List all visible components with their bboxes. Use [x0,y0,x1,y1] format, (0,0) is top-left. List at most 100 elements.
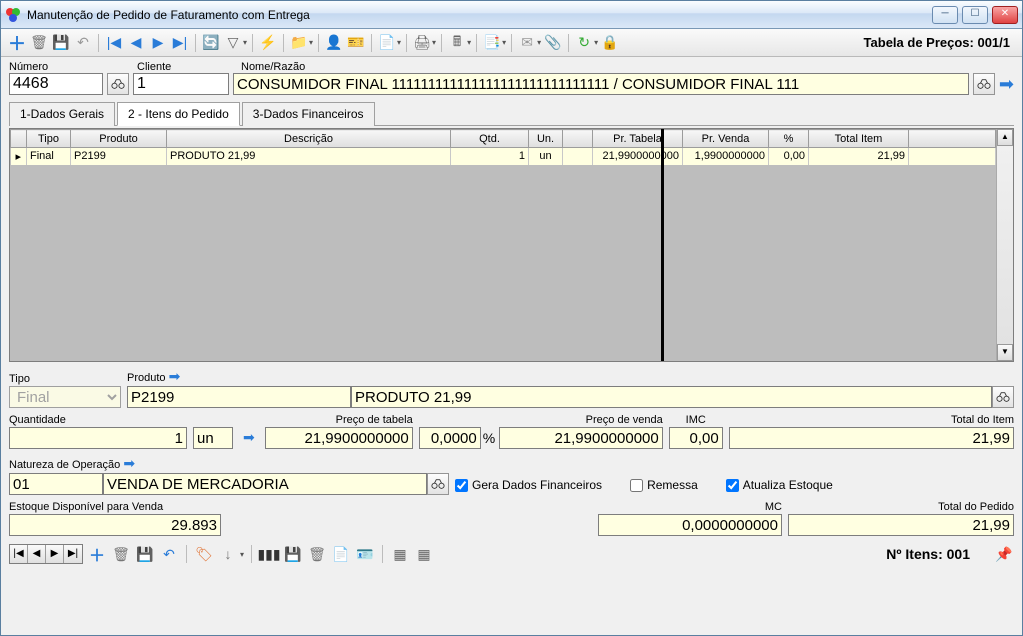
pct-input[interactable] [419,427,481,449]
item-doc-icon[interactable]: 📄 [331,544,351,564]
totalitem-input [729,427,1014,449]
item-badge-icon[interactable]: 🪪 [355,544,375,564]
content-area: Número Cliente Nome/Razão ➡ 1-Dados Gera… [1,57,1022,635]
natop-lookup-button[interactable] [427,473,449,495]
delete-icon[interactable]: 🗑 [29,33,49,53]
filter-icon[interactable]: ▽ [223,33,243,53]
pin-icon[interactable]: 📌 [994,544,1014,564]
prtabela-label: Preço de tabela [265,414,413,426]
tab-dados-financeiros[interactable]: 3-Dados Financeiros [242,102,375,126]
produto-label: Produto [127,372,166,384]
prvenda-input[interactable] [499,427,663,449]
cliente-input[interactable] [133,73,229,95]
nome-forward-button[interactable]: ➡ [999,74,1014,95]
natop-link-icon[interactable]: ➡ [123,455,135,471]
folder-icon[interactable]: 📁 [289,33,309,53]
nav-next-icon[interactable]: ▶ [46,545,64,563]
vertical-scrollbar[interactable]: ▲ ▼ [996,129,1013,361]
items-grid: Tipo Produto Descrição Qtd. Un. Pr. Tabe… [9,128,1014,362]
window-title: Manutenção de Pedido de Faturamento com … [27,8,932,22]
app-icon [5,7,21,23]
grid-splitter[interactable] [661,129,664,361]
report-icon[interactable]: 📄 [377,33,397,53]
item-tag-icon[interactable]: 🏷 [194,544,214,564]
col-qtd[interactable]: Qtd. [451,130,529,148]
mail-icon[interactable]: ✉ [517,33,537,53]
close-button[interactable]: ✕ [992,6,1018,24]
estoque-input [9,514,221,536]
person-icon[interactable]: 👤 [324,33,344,53]
save-icon[interactable]: 💾 [51,33,71,53]
scroll-up-icon[interactable]: ▲ [997,129,1013,146]
nome-lookup-button[interactable] [973,73,995,95]
item-add-icon[interactable]: ＋ [87,544,107,564]
export-icon[interactable]: ↻ [574,33,594,53]
add-icon[interactable]: ＋ [7,33,27,53]
item-down-icon[interactable]: ↓ [218,544,238,564]
footer-toolbar: |◀ ◀ ▶ ▶| ＋ 🗑 💾 ↶ 🏷 ↓ ▾ ▮▮▮ 💾 🗑 📄 🪪 ▦ ▦ … [9,544,1014,564]
mc-label: MC [598,501,782,513]
col-prtabela[interactable]: Pr. Tabela [593,130,683,148]
lock-icon[interactable]: 🔒 [600,33,620,53]
scroll-down-icon[interactable]: ▼ [997,344,1013,361]
un-arrow-icon[interactable]: ➡ [243,429,255,446]
chk-gerafin[interactable] [455,479,468,492]
item-save2-icon[interactable]: 💾 [283,544,303,564]
quantidade-input[interactable] [9,427,187,449]
totalitem-label: Total do Item [729,414,1014,426]
chk-atualiza[interactable] [726,479,739,492]
ticket-icon[interactable]: 🎫 [346,33,366,53]
nav-first-icon[interactable]: |◀ [10,545,28,563]
pct-unit: % [483,430,495,446]
nav-prev-icon[interactable]: ◀ [28,545,46,563]
tab-dados-gerais[interactable]: 1-Dados Gerais [9,102,115,126]
item-save-icon[interactable]: 💾 [135,544,155,564]
undo-icon[interactable]: ↶ [73,33,93,53]
natop-code-input[interactable] [9,473,103,495]
produto-code-input [127,386,351,408]
produto-lookup-button[interactable] [992,386,1014,408]
app-window: Manutenção de Pedido de Faturamento com … [0,0,1023,636]
col-un[interactable]: Un. [529,130,563,148]
item-grid-icon[interactable]: ▦ [390,544,410,564]
produto-link-icon[interactable]: ➡ [169,368,181,384]
next-icon[interactable]: ▶ [148,33,168,53]
col-totalitem[interactable]: Total Item [809,130,909,148]
cliente-label: Cliente [137,61,237,73]
col-descricao[interactable]: Descrição [167,130,451,148]
item-barcode-icon[interactable]: ▮▮▮ [259,544,279,564]
natop-desc-input [103,473,427,495]
col-produto[interactable]: Produto [71,130,167,148]
item-delete-icon[interactable]: 🗑 [111,544,131,564]
col-prvenda[interactable]: Pr. Venda [683,130,769,148]
item-grid2-icon[interactable]: ▦ [414,544,434,564]
first-icon[interactable]: |◀ [104,33,124,53]
last-icon[interactable]: ▶| [170,33,190,53]
un-input [193,427,233,449]
numero-lookup-button[interactable] [107,73,129,95]
calc-icon[interactable]: 🖩 [447,33,467,53]
record-nav: |◀ ◀ ▶ ▶| [9,544,83,564]
prev-icon[interactable]: ◀ [126,33,146,53]
nav-last-icon[interactable]: ▶| [64,545,82,563]
item-trash2-icon[interactable]: 🗑 [307,544,327,564]
bolt-icon[interactable]: ⚡ [258,33,278,53]
table-row[interactable]: ▸ Final P2199 PRODUTO 21,99 1 un 21,9900… [11,148,996,165]
maximize-button[interactable]: ☐ [962,6,988,24]
item-count-label: Nº Itens: 001 [886,546,970,562]
totalped-input [788,514,1014,536]
clip-icon[interactable]: 📎 [543,33,563,53]
minimize-button[interactable]: ─ [932,6,958,24]
copy-icon[interactable]: 📑 [482,33,502,53]
numero-input[interactable] [9,73,103,95]
item-undo-icon[interactable]: ↶ [159,544,179,564]
nome-display [233,73,969,95]
chk-remessa[interactable] [630,479,643,492]
imc-label: IMC [669,414,723,426]
main-toolbar: ＋ 🗑 💾 ↶ |◀ ◀ ▶ ▶| 🔄 ▽ ▾ ⚡ 📁 ▾ 👤 🎫 📄 ▾ 🖨 … [1,29,1022,57]
print-icon[interactable]: 🖨 [412,33,432,53]
tab-itens-pedido[interactable]: 2 - Itens do Pedido [117,102,240,126]
col-pct[interactable]: % [769,130,809,148]
col-tipo[interactable]: Tipo [27,130,71,148]
refresh-icon[interactable]: 🔄 [201,33,221,53]
